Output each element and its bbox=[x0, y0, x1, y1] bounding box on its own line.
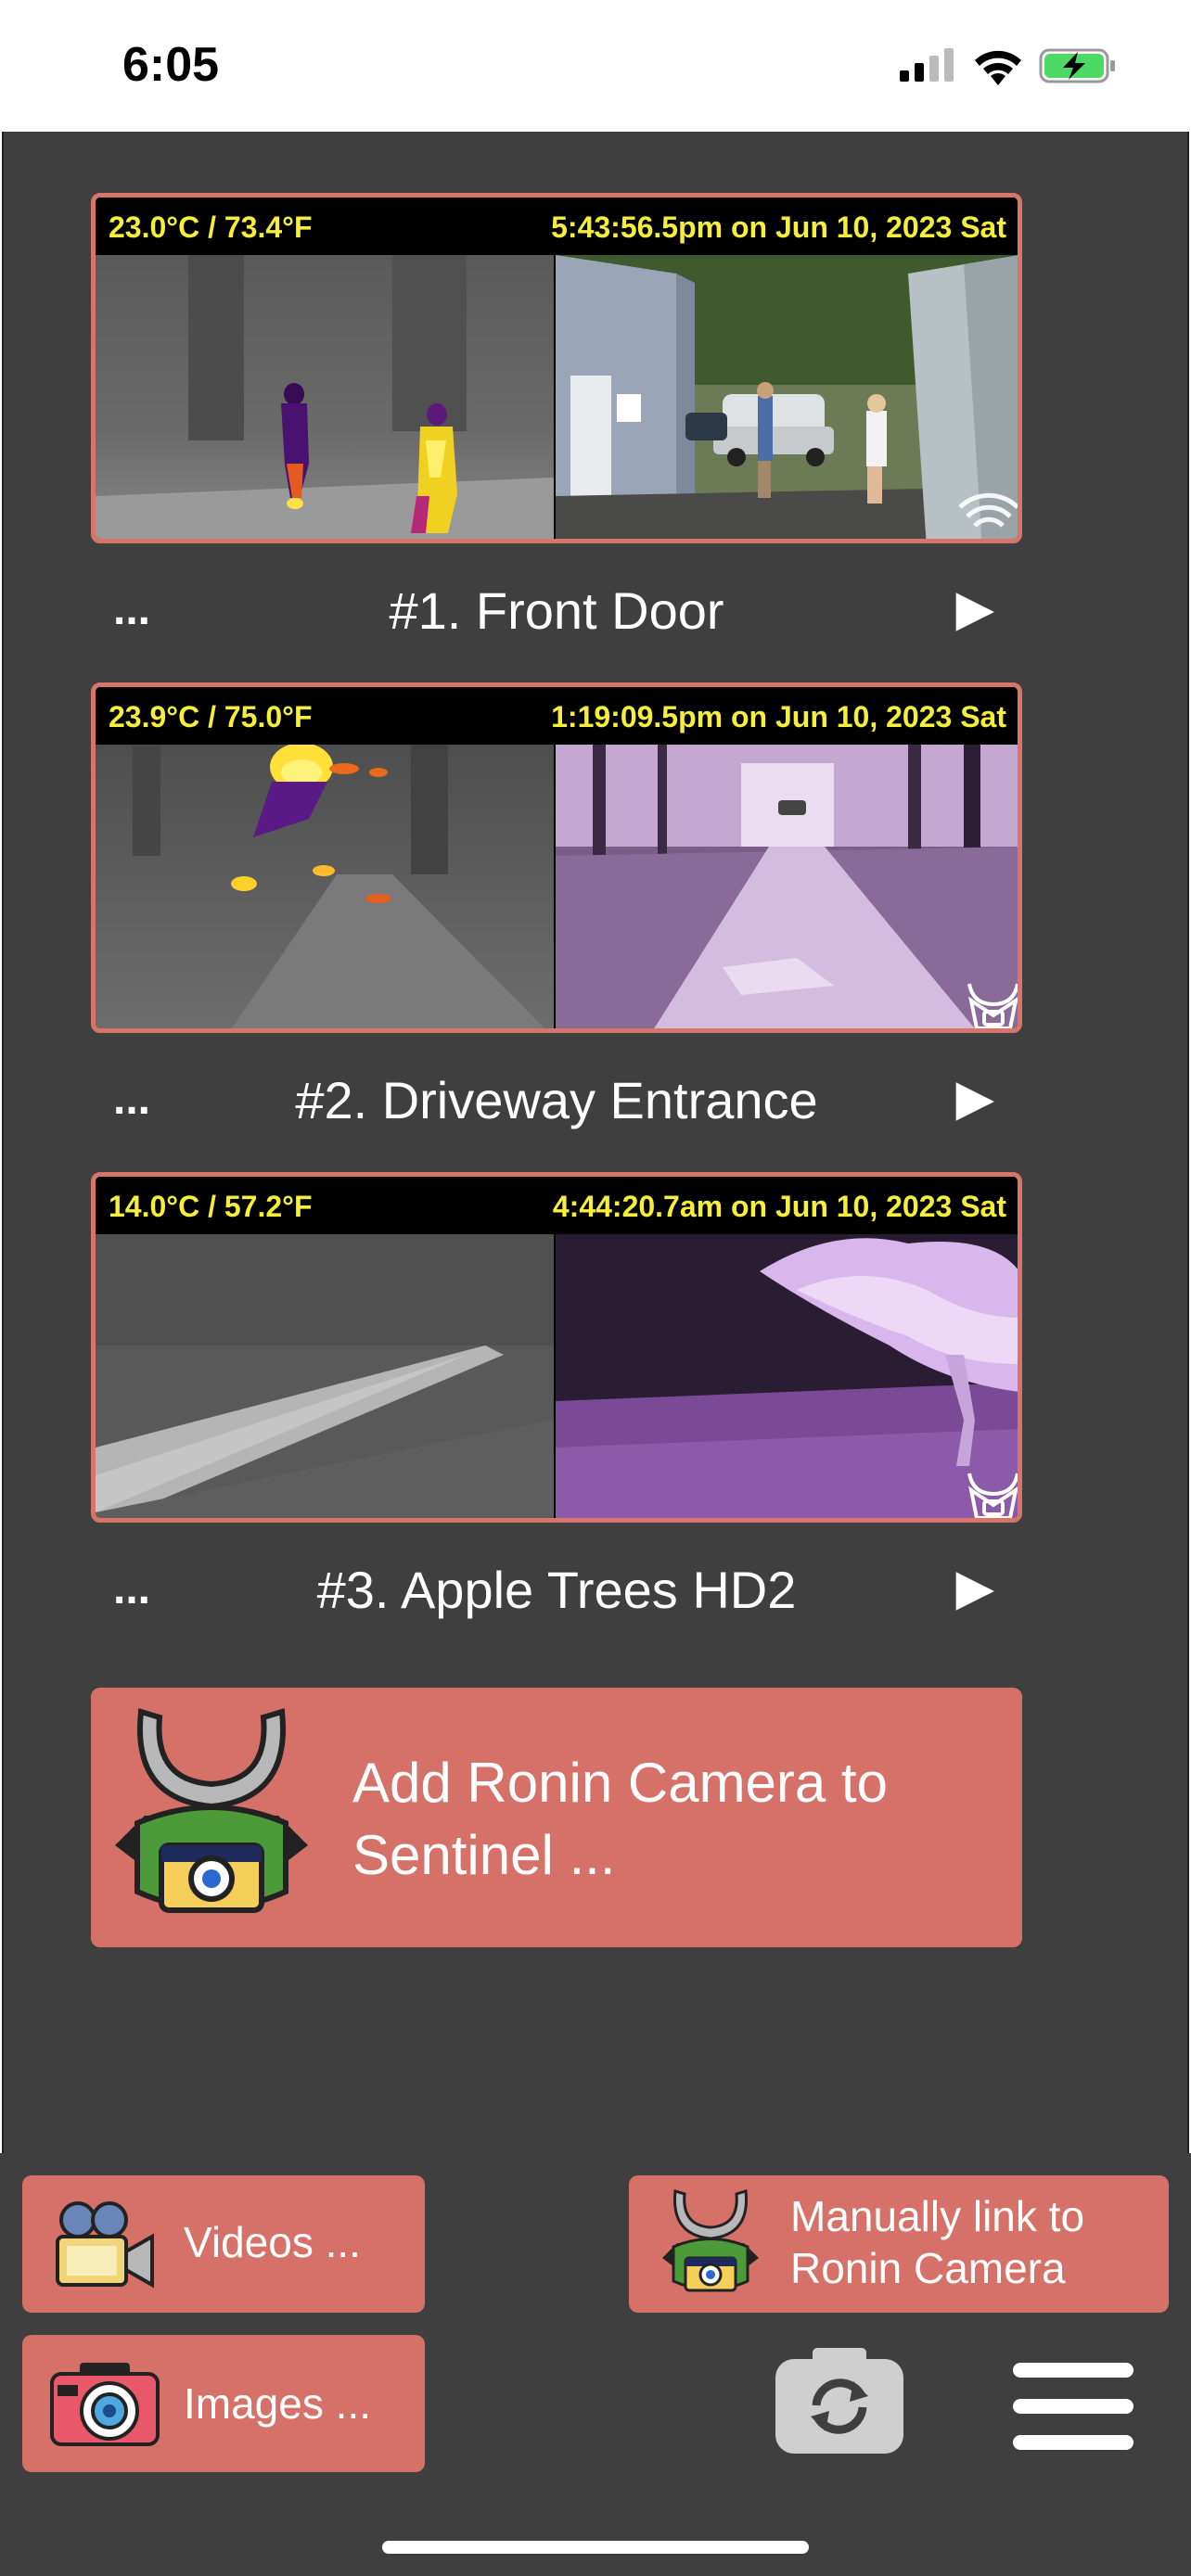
camera-label-row: ... #3. Apple Trees HD2 ▶ bbox=[91, 1526, 1022, 1628]
camera-image bbox=[556, 255, 1018, 539]
camera-thumbnail[interactable]: 23.0°C / 73.4°F 5:43:56.5pm on Jun 10, 2… bbox=[91, 193, 1022, 543]
camera-name[interactable]: #1. Front Door bbox=[91, 580, 1022, 641]
videos-button[interactable]: Videos ... bbox=[22, 2175, 425, 2313]
thumbnail-header: 23.9°C / 75.0°F 1:19:09.5pm on Jun 10, 2… bbox=[96, 687, 1018, 745]
play-icon[interactable]: ▶ bbox=[955, 1558, 994, 1616]
capture-timestamp: 5:43:56.5pm on Jun 10, 2023 Sat bbox=[551, 210, 1006, 244]
capture-timestamp: 1:19:09.5pm on Jun 10, 2023 Sat bbox=[551, 700, 1006, 733]
images-button-label: Images ... bbox=[184, 2379, 371, 2428]
camera-thumbnail[interactable]: 14.0°C / 57.2°F 4:44:20.7am on Jun 10, 2… bbox=[91, 1172, 1022, 1523]
thermal-image bbox=[96, 1234, 554, 1518]
status-bar: 6:05 bbox=[0, 0, 1191, 132]
thermal-image bbox=[96, 745, 554, 1028]
camera-image bbox=[556, 1234, 1018, 1518]
signal-icon bbox=[900, 48, 954, 82]
add-camera-button[interactable]: Add Ronin Camera to Sentinel ... bbox=[91, 1688, 1022, 1947]
hamburger-menu-icon[interactable] bbox=[1013, 2363, 1133, 2450]
camera-name[interactable]: #3. Apple Trees HD2 bbox=[91, 1560, 1022, 1620]
add-camera-label-line1: Add Ronin Camera to bbox=[352, 1752, 888, 1814]
thumbnail-header: 23.0°C / 73.4°F 5:43:56.5pm on Jun 10, 2… bbox=[96, 198, 1018, 255]
manual-link-label: Manually link to Ronin Camera bbox=[790, 2190, 1084, 2294]
images-button[interactable]: Images ... bbox=[22, 2335, 425, 2472]
play-icon[interactable]: ▶ bbox=[955, 579, 994, 637]
ronin-camera-icon bbox=[662, 2189, 759, 2292]
manual-link-label-line1: Manually link to bbox=[790, 2192, 1085, 2240]
camera-list: 23.0°C / 73.4°F 5:43:56.5pm on Jun 10, 2… bbox=[2, 132, 1189, 2153]
camera-name[interactable]: #2. Driveway Entrance bbox=[91, 1070, 1022, 1130]
videos-button-label: Videos ... bbox=[184, 2218, 361, 2266]
play-icon[interactable]: ▶ bbox=[955, 1068, 994, 1127]
manual-link-button[interactable]: Manually link to Ronin Camera bbox=[629, 2175, 1169, 2313]
ronin-camera-icon bbox=[115, 1708, 308, 1913]
bottom-toolbar: Videos ... Images ... Manually link to R… bbox=[0, 2153, 1191, 2576]
temperature-readout: 23.9°C / 75.0°F bbox=[109, 700, 313, 733]
manual-link-label-line2: Ronin Camera bbox=[790, 2244, 1066, 2292]
film-camera-icon bbox=[56, 2201, 154, 2289]
capture-timestamp: 4:44:20.7am on Jun 10, 2023 Sat bbox=[552, 1190, 1006, 1223]
photo-camera-icon bbox=[50, 2363, 160, 2446]
home-indicator[interactable] bbox=[382, 2541, 809, 2554]
clock: 6:05 bbox=[122, 38, 220, 92]
add-camera-label-line2: Sentinel ... bbox=[352, 1824, 616, 1886]
add-camera-label: Add Ronin Camera to Sentinel ... bbox=[352, 1747, 983, 1892]
refresh-camera-icon[interactable] bbox=[775, 2348, 903, 2454]
temperature-readout: 23.0°C / 73.4°F bbox=[109, 210, 313, 244]
wifi-icon bbox=[975, 50, 1021, 85]
temperature-readout: 14.0°C / 57.2°F bbox=[109, 1190, 313, 1223]
battery-charging-icon bbox=[1039, 48, 1115, 83]
thumbnail-header: 14.0°C / 57.2°F 4:44:20.7am on Jun 10, 2… bbox=[96, 1177, 1018, 1234]
camera-label-row: ... #1. Front Door ▶ bbox=[91, 547, 1022, 649]
thermal-image bbox=[96, 255, 554, 539]
camera-thumbnail[interactable]: 23.9°C / 75.0°F 1:19:09.5pm on Jun 10, 2… bbox=[91, 682, 1022, 1033]
camera-image bbox=[556, 745, 1018, 1028]
camera-label-row: ... #2. Driveway Entrance ▶ bbox=[91, 1037, 1022, 1139]
